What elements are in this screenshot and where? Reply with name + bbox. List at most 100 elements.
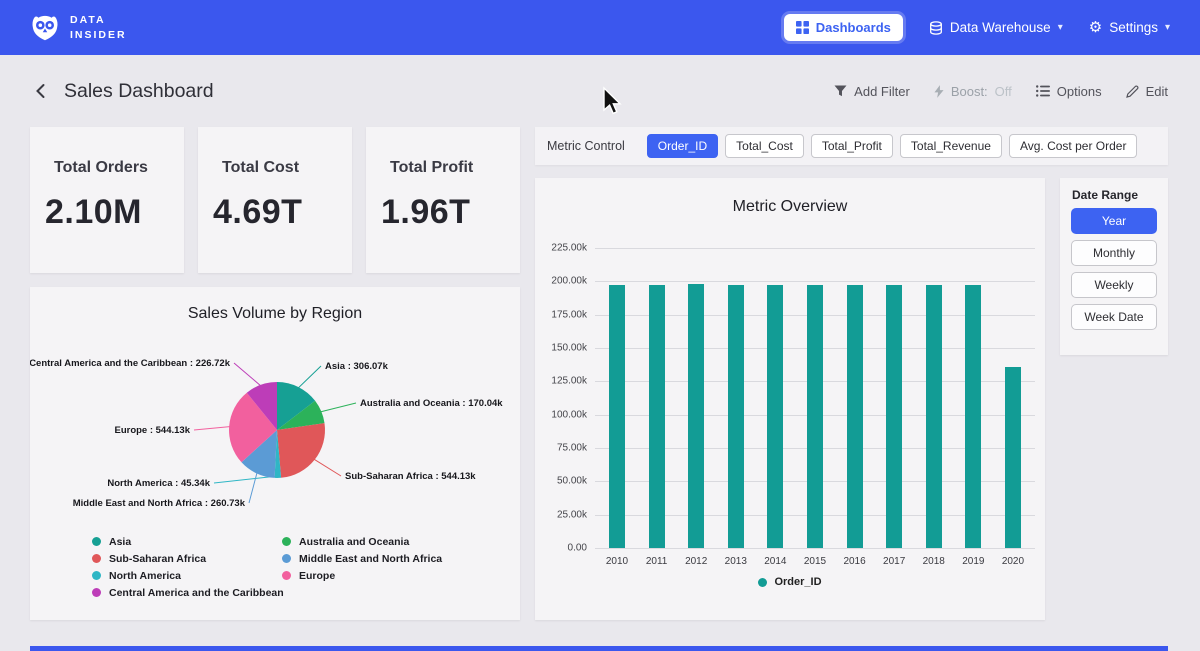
bar-2015[interactable]	[807, 285, 823, 548]
legend-label: Order_ID	[774, 576, 821, 588]
y-tick: 200.00k	[551, 276, 587, 287]
legend-label: North America	[109, 570, 181, 582]
pie-label: Central America and the Caribbean : 226.…	[30, 358, 231, 369]
pie-connector	[297, 366, 321, 389]
pie-legend-item-europe[interactable]: Europe	[282, 569, 442, 582]
add-filter-button[interactable]: Add Filter	[834, 84, 910, 99]
bar-plot-area	[595, 248, 1035, 548]
metric-chip-avg-cost-per-order[interactable]: Avg. Cost per Order	[1009, 134, 1138, 158]
pie-connector	[234, 363, 262, 387]
chevron-left-icon	[32, 82, 50, 100]
add-filter-label: Add Filter	[854, 84, 910, 99]
date-range-weekly[interactable]: Weekly	[1071, 272, 1157, 298]
brand-text: DATA INSIDER	[70, 13, 127, 41]
list-options-icon	[1036, 85, 1050, 97]
gridline	[595, 548, 1035, 549]
metric-chip-total-revenue[interactable]: Total_Revenue	[900, 134, 1002, 158]
kpi-label: Total Orders	[54, 159, 184, 177]
nav-settings-menu[interactable]: ⚙ Settings ▾	[1089, 20, 1170, 35]
x-tick: 2017	[876, 556, 912, 567]
kpi-label: Total Profit	[390, 159, 520, 177]
date-range-year[interactable]: Year	[1071, 208, 1157, 234]
chevron-down-icon: ▾	[1165, 22, 1170, 33]
back-button[interactable]	[32, 82, 50, 100]
pie-connector	[319, 403, 356, 412]
bar-2010[interactable]	[609, 285, 625, 548]
metric-chip-total-cost[interactable]: Total_Cost	[725, 134, 804, 158]
pie-connector	[194, 427, 231, 431]
bar-2011[interactable]	[649, 285, 665, 548]
dashboards-grid-icon	[796, 21, 809, 34]
bar-2018[interactable]	[926, 285, 942, 548]
boost-toggle[interactable]: Boost: Off	[934, 84, 1012, 99]
bar-2017[interactable]	[886, 285, 902, 548]
metric-control-label: Metric Control	[547, 139, 625, 153]
y-tick: 50.00k	[557, 476, 587, 487]
chevron-down-icon: ▾	[1058, 22, 1063, 33]
x-tick: 2013	[718, 556, 754, 567]
options-button[interactable]: Options	[1036, 84, 1102, 99]
date-range-week-date[interactable]: Week Date	[1071, 304, 1157, 330]
pie-label: North America : 45.34k	[107, 478, 210, 489]
pie-slice-sub-saharan-africa[interactable]	[277, 423, 325, 478]
nav-dashboards-button[interactable]: Dashboards	[784, 14, 903, 41]
y-tick: 25.00k	[557, 509, 587, 520]
page-title: Sales Dashboard	[64, 80, 214, 103]
nav-data-warehouse-label: Data Warehouse	[950, 20, 1051, 35]
x-tick: 2020	[995, 556, 1031, 567]
brand-logo[interactable]: DATA INSIDER	[30, 13, 127, 43]
lightning-bolt-icon	[934, 85, 944, 98]
bar-2013[interactable]	[728, 285, 744, 548]
x-tick: 2014	[757, 556, 793, 567]
pie-legend-item-central-america-and-the-caribbean[interactable]: Central America and the Caribbean	[92, 586, 284, 599]
legend-label: Central America and the Caribbean	[109, 587, 284, 599]
boost-label: Boost:	[951, 84, 988, 99]
kpi-card-total-cost: Total Cost 4.69T	[198, 127, 352, 273]
legend-label: Australia and Oceania	[299, 536, 409, 548]
gear-icon: ⚙	[1089, 20, 1102, 35]
nav-dashboards-label: Dashboards	[816, 20, 891, 35]
bar-chart-legend: Order_ID	[535, 576, 1045, 588]
bottom-edge-partial-element	[30, 646, 1168, 651]
date-range-buttons: Year Monthly Weekly Week Date	[1060, 208, 1168, 330]
bar-2016[interactable]	[847, 285, 863, 548]
kpi-value: 2.10M	[45, 193, 184, 232]
edit-button[interactable]: Edit	[1126, 84, 1168, 99]
bar-2012[interactable]	[688, 284, 704, 548]
x-tick: 2015	[797, 556, 833, 567]
bar-2020[interactable]	[1005, 367, 1021, 548]
y-axis-labels: 225.00k200.00k175.00k150.00k125.00k100.0…	[543, 248, 595, 548]
pie-label: Asia : 306.07k	[325, 361, 389, 372]
pie-legend-item-middle-east-and-north-africa[interactable]: Middle East and North Africa	[282, 552, 442, 565]
y-tick: 100.00k	[551, 409, 587, 420]
legend-dot	[282, 537, 291, 546]
legend-label: Europe	[299, 570, 335, 582]
legend-dot	[282, 571, 291, 580]
boost-state: Off	[995, 84, 1012, 99]
pie-legend-item-sub-saharan-africa[interactable]: Sub-Saharan Africa	[92, 552, 284, 565]
metric-control-bar: Metric Control Order_ID Total_Cost Total…	[535, 127, 1168, 165]
nav-data-warehouse-menu[interactable]: Data Warehouse ▾	[929, 20, 1063, 35]
pie-label: Sub-Saharan Africa : 544.13k	[345, 471, 476, 482]
filter-funnel-icon	[834, 85, 847, 97]
legend-dot	[92, 537, 101, 546]
bar-2019[interactable]	[965, 285, 981, 548]
legend-dot	[758, 578, 767, 587]
date-range-monthly[interactable]: Monthly	[1071, 240, 1157, 266]
bar-2014[interactable]	[767, 285, 783, 548]
y-tick: 0.00	[568, 543, 587, 554]
x-tick: 2010	[599, 556, 635, 567]
pie-connector	[249, 472, 257, 503]
pie-legend-item-australia-and-oceania[interactable]: Australia and Oceania	[282, 535, 442, 548]
navbar-menu: Dashboards Data Warehouse ▾ ⚙ Settings ▾	[784, 14, 1170, 41]
metric-chip-order-id[interactable]: Order_ID	[647, 134, 718, 158]
metric-chip-total-profit[interactable]: Total_Profit	[811, 134, 893, 158]
x-tick: 2019	[955, 556, 991, 567]
bar-chart: 225.00k200.00k175.00k150.00k125.00k100.0…	[543, 248, 1035, 548]
pie-legend-item-north-america[interactable]: North America	[92, 569, 284, 582]
options-label: Options	[1057, 84, 1102, 99]
top-navbar: DATA INSIDER Dashboards Data Warehouse	[0, 0, 1200, 55]
sales-volume-card: Sales Volume by Region Asia : 306.07kAus…	[30, 287, 520, 620]
date-range-panel: Date Range Year Monthly Weekly Week Date	[1060, 178, 1168, 355]
pie-legend-item-asia[interactable]: Asia	[92, 535, 284, 548]
